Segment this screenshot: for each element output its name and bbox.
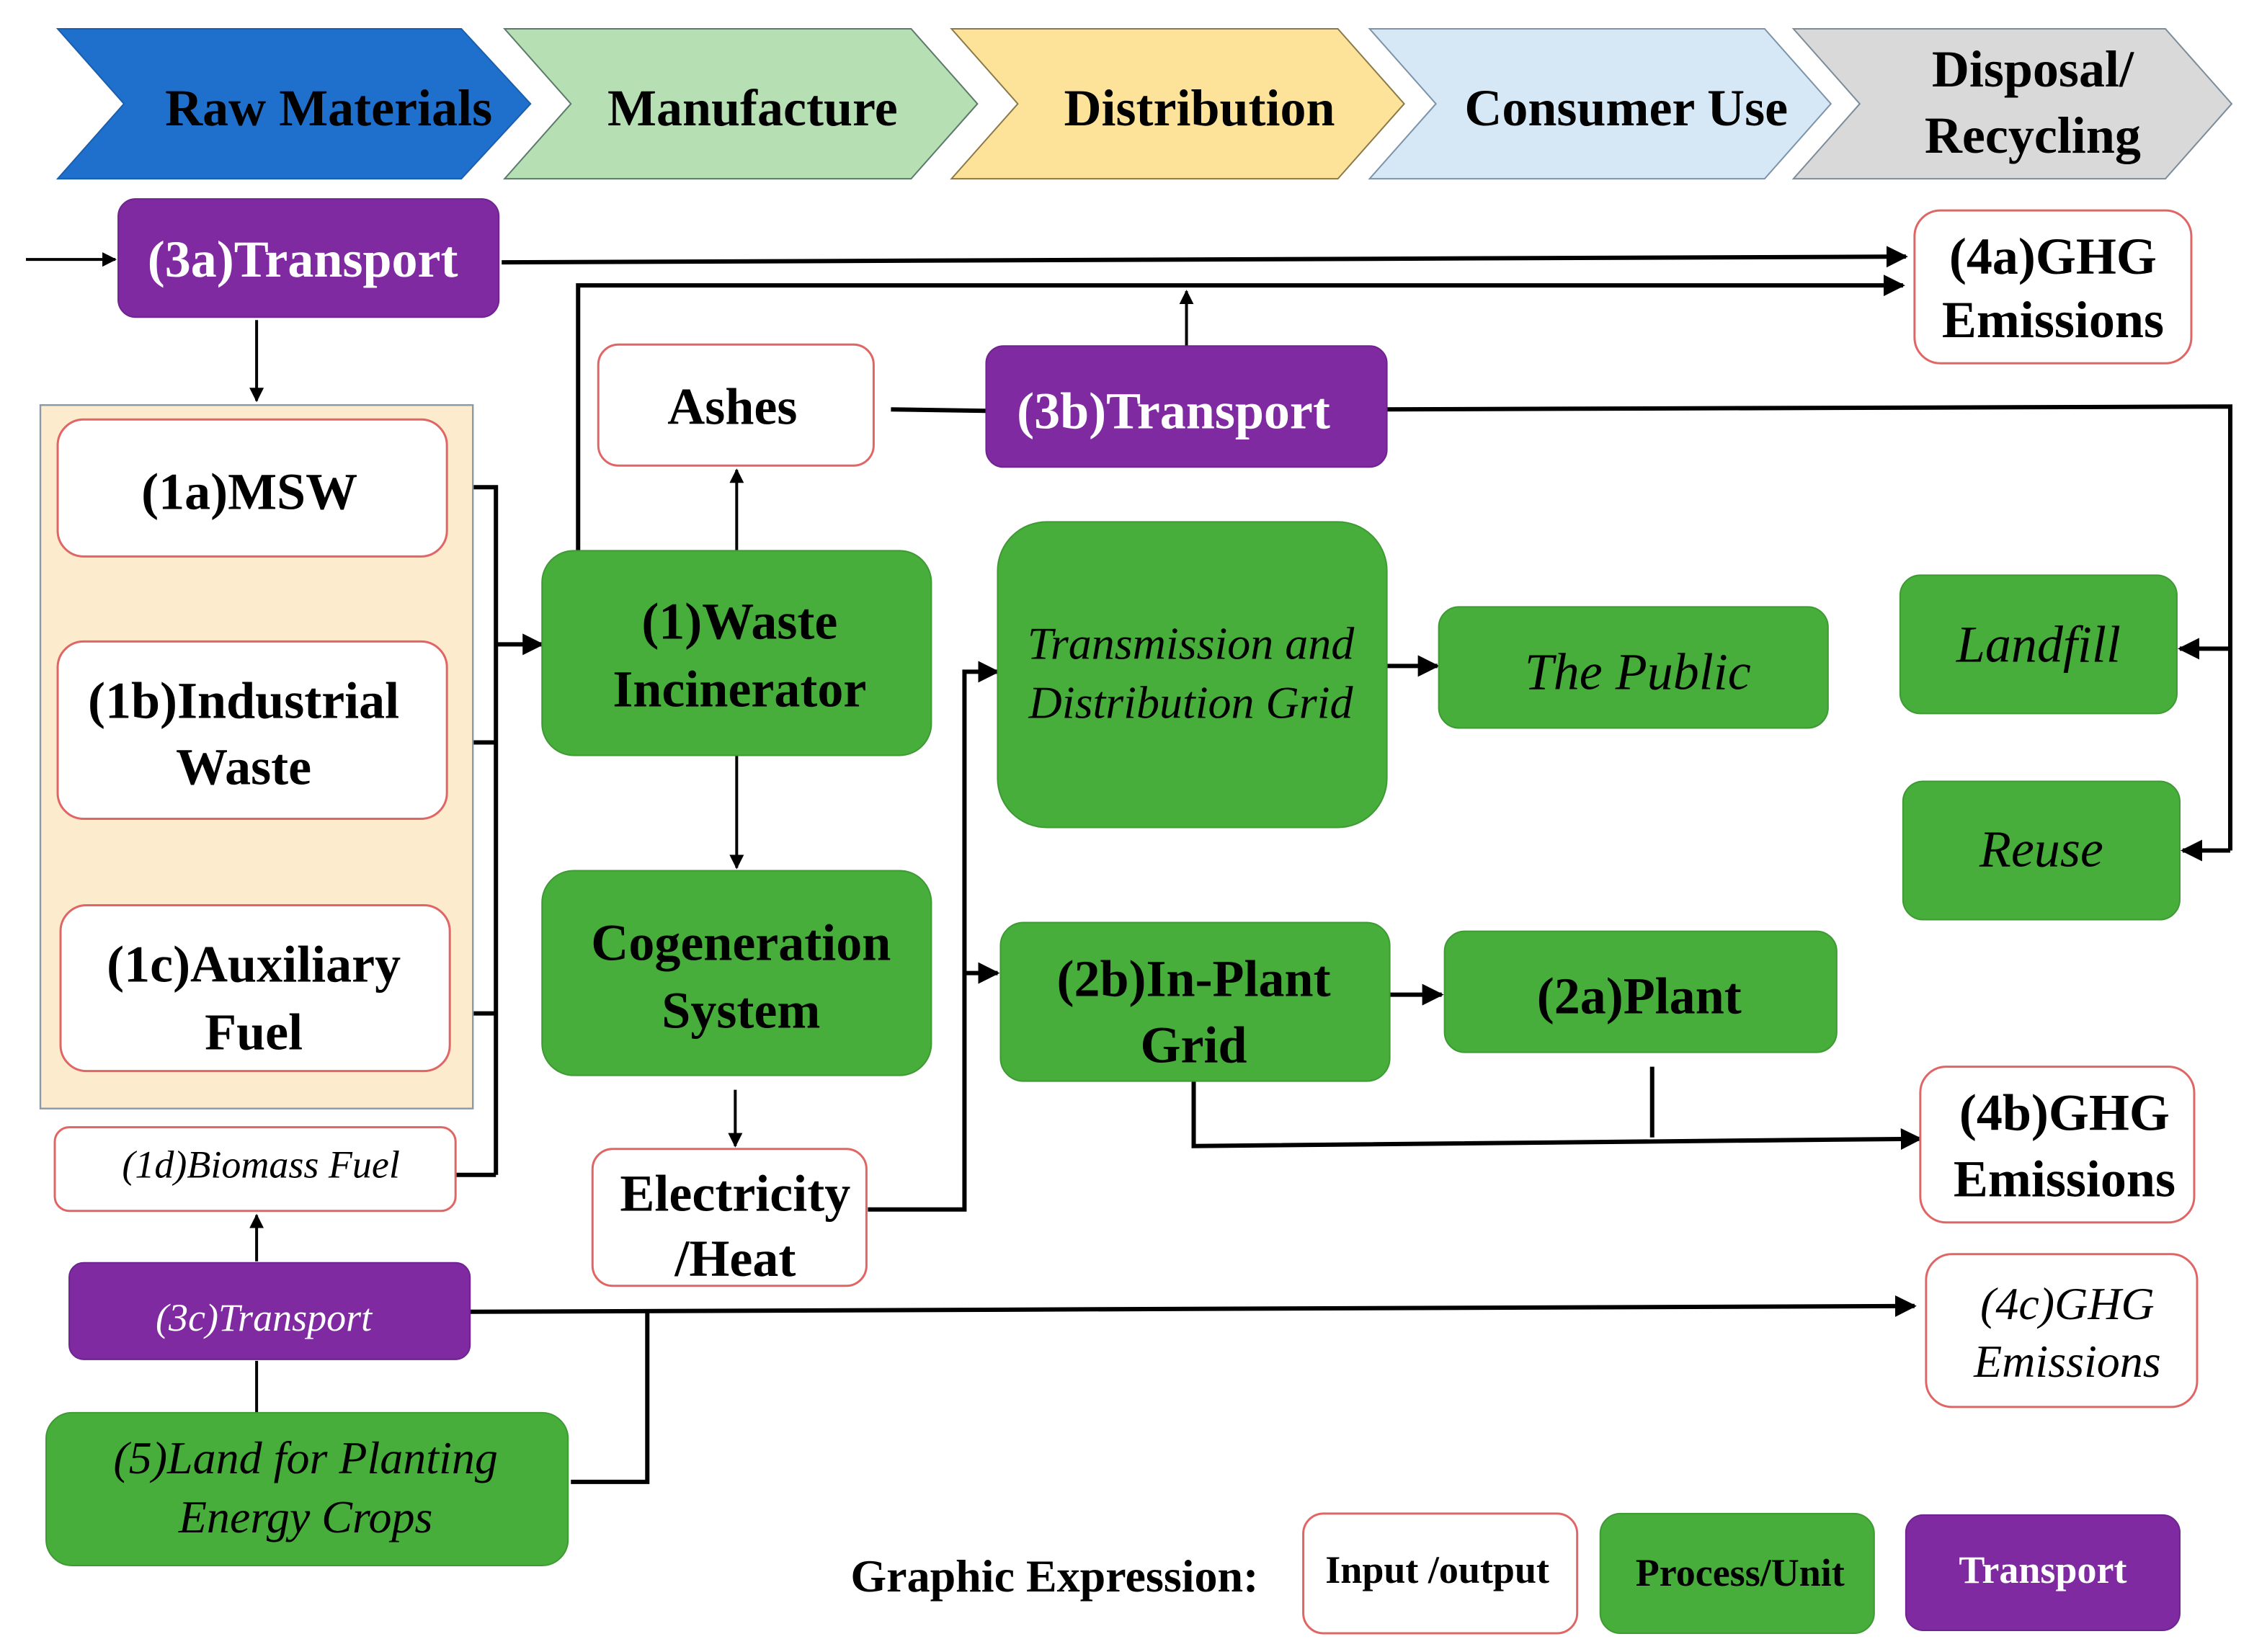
stage-label: Consumer Use (1464, 79, 1788, 137)
node-transmission-distribution-grid[interactable]: Transmission and Distribution Grid (997, 521, 1388, 829)
node-auxiliary-fuel-1c[interactable]: (1c)Auxiliary Fuel (59, 904, 451, 1073)
node-transport-3c[interactable]: (3c)Transport (68, 1262, 471, 1360)
lifecycle-flow-diagram: Raw Materials Manufacture Distribution C… (26, 28, 2233, 1635)
legend-label: Transport (1959, 1548, 2126, 1591)
node-ghg-4b[interactable]: (4b)GHG Emissions (1919, 1066, 2196, 1224)
stage-manufacture: Manufacture (503, 28, 979, 180)
node-label: (3c)Transport (156, 1296, 373, 1339)
legend: Graphic Expression: Input /output Proces… (850, 1512, 2181, 1635)
node-label: /Heat (674, 1230, 796, 1287)
arrow-in-plant-to-4b (1191, 1081, 1923, 1150)
node-label: Waste (176, 738, 311, 795)
node-label: (4b)GHG (1959, 1084, 2170, 1142)
stage-label: Disposal/ (1932, 40, 2134, 98)
node-in-plant-grid-2b[interactable]: (2b)In-Plant Grid (999, 921, 1391, 1082)
stage-label: Raw Materials (165, 79, 492, 137)
node-msw-1a[interactable]: (1a)MSW (56, 418, 448, 558)
node-label: Distribution Grid (1028, 677, 1354, 728)
legend-label: Process/Unit (1636, 1551, 1845, 1594)
legend-item-transport: Transport (1905, 1514, 2181, 1631)
node-label: (3b)Transport (1017, 382, 1330, 439)
stage-consumer-use: Consumer Use (1368, 28, 1832, 180)
stage-distribution: Distribution (950, 28, 1405, 180)
node-label: Emissions (1942, 291, 2164, 349)
node-the-public[interactable]: The Public (1438, 606, 1829, 729)
stage-label: Recycling (1925, 107, 2141, 164)
node-biomass-fuel-1d[interactable]: (1d)Biomass Fuel (53, 1126, 457, 1213)
node-label: (1b)Industrial (88, 671, 399, 729)
legend-item-input-output: Input /output (1302, 1512, 1579, 1635)
node-ghg-4a[interactable]: (4a)GHG Emissions (1913, 209, 2193, 365)
legend-item-process-unit: Process/Unit (1599, 1512, 1875, 1634)
node-landfill[interactable]: Landfill (1899, 574, 2178, 715)
node-label: (4c)GHG (1980, 1278, 2155, 1329)
node-label: System (662, 982, 820, 1040)
line-ashes-to-3b (891, 407, 987, 414)
node-label: Ashes (667, 378, 797, 435)
node-cogeneration-system[interactable]: Cogeneration System (541, 870, 932, 1076)
node-label: (4a)GHG (1949, 228, 2157, 285)
node-label: (2b)In-Plant (1056, 950, 1330, 1008)
node-ashes[interactable]: Ashes (597, 343, 875, 467)
node-label: Reuse (1979, 821, 2103, 878)
node-label: Landfill (1956, 615, 2121, 673)
legend-title: Graphic Expression: (850, 1550, 1258, 1602)
node-label: The Public (1525, 643, 1751, 700)
node-label: Cogeneration (591, 914, 891, 972)
node-label: Energy Crops (178, 1491, 433, 1542)
arrow-3c-to-4c (470, 1295, 1917, 1317)
stage-label: Manufacture (607, 79, 898, 137)
node-ghg-4c[interactable]: (4c)GHG Emissions (1925, 1253, 2199, 1408)
node-transport-3a[interactable]: (3a)Transport (117, 198, 500, 318)
node-label: (5)Land for Planting (113, 1432, 497, 1483)
node-waste-incinerator-1[interactable]: (1)Waste Incinerator (541, 550, 932, 756)
legend-label: Input /output (1325, 1548, 1549, 1591)
stage-label: Distribution (1064, 79, 1335, 137)
stage-disposal-recycling: Disposal/ Recycling (1791, 28, 2233, 180)
line-land-to-4c (571, 1311, 650, 1484)
node-label: Grid (1141, 1017, 1247, 1074)
node-land-for-energy-crops-5[interactable]: (5)Land for Planting Energy Crops (45, 1411, 569, 1566)
node-label: Fuel (205, 1004, 303, 1061)
node-label: (1d)Biomass Fuel (122, 1143, 400, 1187)
node-reuse[interactable]: Reuse (1902, 780, 2181, 921)
node-electricity-heat[interactable]: Electricity /Heat (591, 1148, 868, 1287)
stage-raw-materials: Raw Materials (55, 28, 532, 180)
node-label: (2a)Plant (1537, 968, 1742, 1025)
node-label: Emissions (1973, 1336, 2161, 1387)
node-label: Transmission and (1028, 617, 1355, 669)
node-label: (1)Waste (641, 592, 837, 650)
node-industrial-waste-1b[interactable]: (1b)Industrial Waste (56, 640, 448, 820)
node-label: (3a)Transport (148, 231, 458, 288)
node-plant-2a[interactable]: (2a)Plant (1443, 930, 1838, 1053)
arrow-3a-to-4a (502, 246, 1908, 268)
node-label: Emissions (1954, 1151, 2175, 1208)
node-label: Incinerator (613, 660, 866, 718)
node-label: (1a)MSW (141, 463, 357, 520)
node-label: Electricity (620, 1165, 850, 1223)
stage-bar: Raw Materials Manufacture Distribution C… (55, 28, 2233, 180)
node-label: (1c)Auxiliary (107, 936, 401, 994)
node-transport-3b[interactable]: (3b)Transport (985, 345, 1388, 468)
